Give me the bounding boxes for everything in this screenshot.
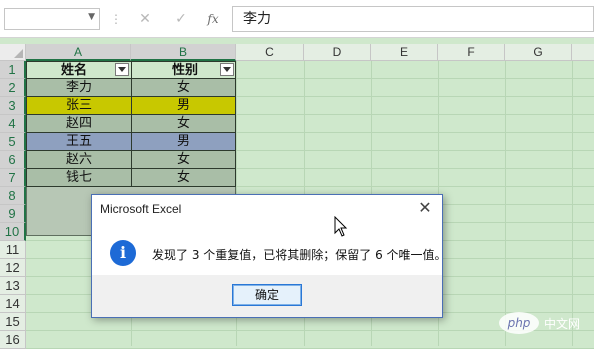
select-all-button[interactable] [0,44,26,61]
row-header-16[interactable]: 16 [0,331,26,349]
formula-input[interactable]: 李力 [232,6,594,32]
row-header-12[interactable]: 12 [0,259,26,277]
gender-cell[interactable]: 男 [131,133,236,151]
name-cell[interactable]: 王五 [26,133,131,151]
filter-dropdown-icon[interactable] [220,63,234,76]
row-header-4[interactable]: 4 [0,115,26,133]
header-label-name: 姓名 [61,63,88,78]
row-header-1[interactable]: 1 [0,61,26,79]
select-all-icon [14,49,23,58]
gender-cell[interactable]: 女 [131,169,236,187]
column-header-overflow [572,44,594,61]
formula-bar-area: ▼ ⋮ ✕ ✓ fx 李力 [0,0,594,38]
info-icon: i [110,240,136,266]
column-header-b[interactable]: B [131,44,236,61]
filter-dropdown-icon[interactable] [115,63,129,76]
row-header-2[interactable]: 2 [0,79,26,97]
column-header-e[interactable]: E [371,44,438,61]
column-header-f[interactable]: F [438,44,505,61]
watermark-brand: php [507,316,531,330]
function-icon[interactable]: fx [202,9,224,29]
row-header-11[interactable]: 11 [0,241,26,259]
mouse-cursor-icon [334,216,348,237]
gender-cell[interactable]: 女 [131,115,236,133]
dialog-title: Microsoft Excel [100,202,182,216]
column-header-g[interactable]: G [505,44,572,61]
row-header-7[interactable]: 7 [0,169,26,187]
row-header-10[interactable]: 10 [0,223,26,241]
cancel-icon[interactable]: ✕ [134,9,156,29]
enter-icon[interactable]: ✓ [170,9,192,29]
row-header-14[interactable]: 14 [0,295,26,313]
gender-cell[interactable]: 女 [131,79,236,97]
row-header-13[interactable]: 13 [0,277,26,295]
column-header-a[interactable]: A [26,44,131,61]
column-header-d[interactable]: D [304,44,371,61]
formula-bar-separator: ⋮ [110,12,122,26]
php-logo: php [499,312,539,334]
message-dialog: Microsoft Excel ✕ i 发现了 3 个重复值，已将其删除；保留了… [91,194,447,318]
dropdown-arrow-icon[interactable]: ▼ [88,12,95,22]
dialog-message: 发现了 3 个重复值，已将其删除；保留了 6 个唯一值。 [152,248,447,262]
watermark-site: 中文网 [544,317,581,331]
row-header-8[interactable]: 8 [0,187,26,205]
name-cell[interactable]: 赵四 [26,115,131,133]
gender-cell[interactable]: 男 [131,97,236,115]
header-label-gender: 性别 [172,63,199,78]
watermark: php 中文网 [498,308,592,338]
row-header-6[interactable]: 6 [0,151,26,169]
gender-cell[interactable]: 女 [131,151,236,169]
row-header-9[interactable]: 9 [0,205,26,223]
name-cell[interactable]: 钱七 [26,169,131,187]
row-header-3[interactable]: 3 [0,97,26,115]
row-header-15[interactable]: 15 [0,313,26,331]
row-header-5[interactable]: 5 [0,133,26,151]
name-cell[interactable]: 张三 [26,97,131,115]
name-cell[interactable]: 赵六 [26,151,131,169]
close-icon[interactable]: ✕ [414,197,436,219]
ok-button[interactable]: 确定 [232,284,302,306]
name-cell[interactable]: 李力 [26,79,131,97]
dialog-title-bar[interactable]: Microsoft Excel [92,195,442,223]
name-box[interactable]: ▼ [4,8,100,30]
column-header-c[interactable]: C [236,44,304,61]
